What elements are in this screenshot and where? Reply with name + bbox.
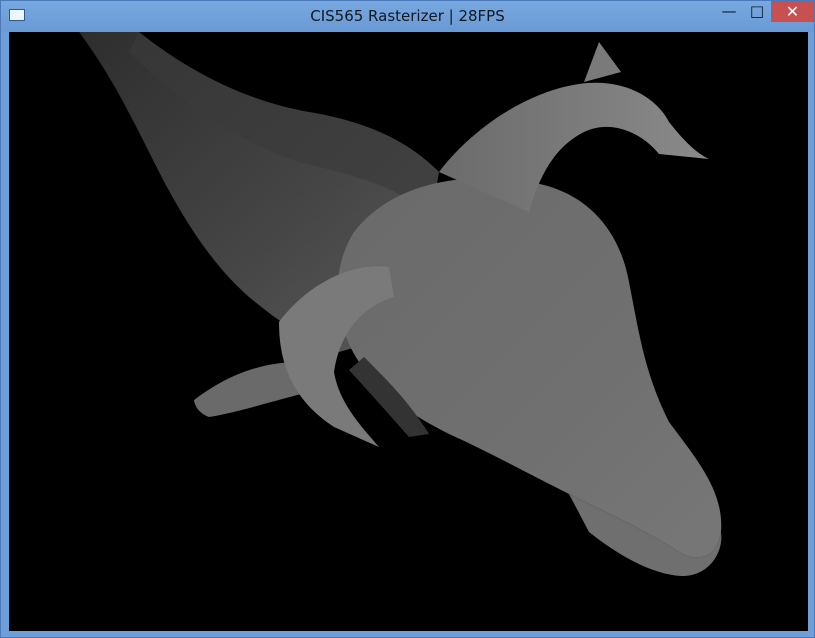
minimize-button[interactable]: — [715, 1, 743, 22]
application-window: CIS565 Rasterizer | 28FPS — □ ✕ [0, 0, 815, 638]
window-controls: — □ ✕ [715, 1, 814, 22]
rendered-scene [79, 32, 722, 577]
minimize-icon: — [721, 2, 737, 20]
render-viewport[interactable] [9, 32, 808, 631]
maximize-button[interactable]: □ [743, 1, 771, 22]
right-horn-tip [584, 42, 621, 82]
cow-head [337, 178, 722, 558]
cow-model [79, 32, 722, 577]
close-button[interactable]: ✕ [771, 1, 814, 22]
close-icon: ✕ [785, 2, 800, 21]
title-bar[interactable]: CIS565 Rasterizer | 28FPS — □ ✕ [1, 1, 814, 32]
window-title: CIS565 Rasterizer | 28FPS [310, 7, 505, 25]
maximize-icon: □ [749, 2, 765, 20]
